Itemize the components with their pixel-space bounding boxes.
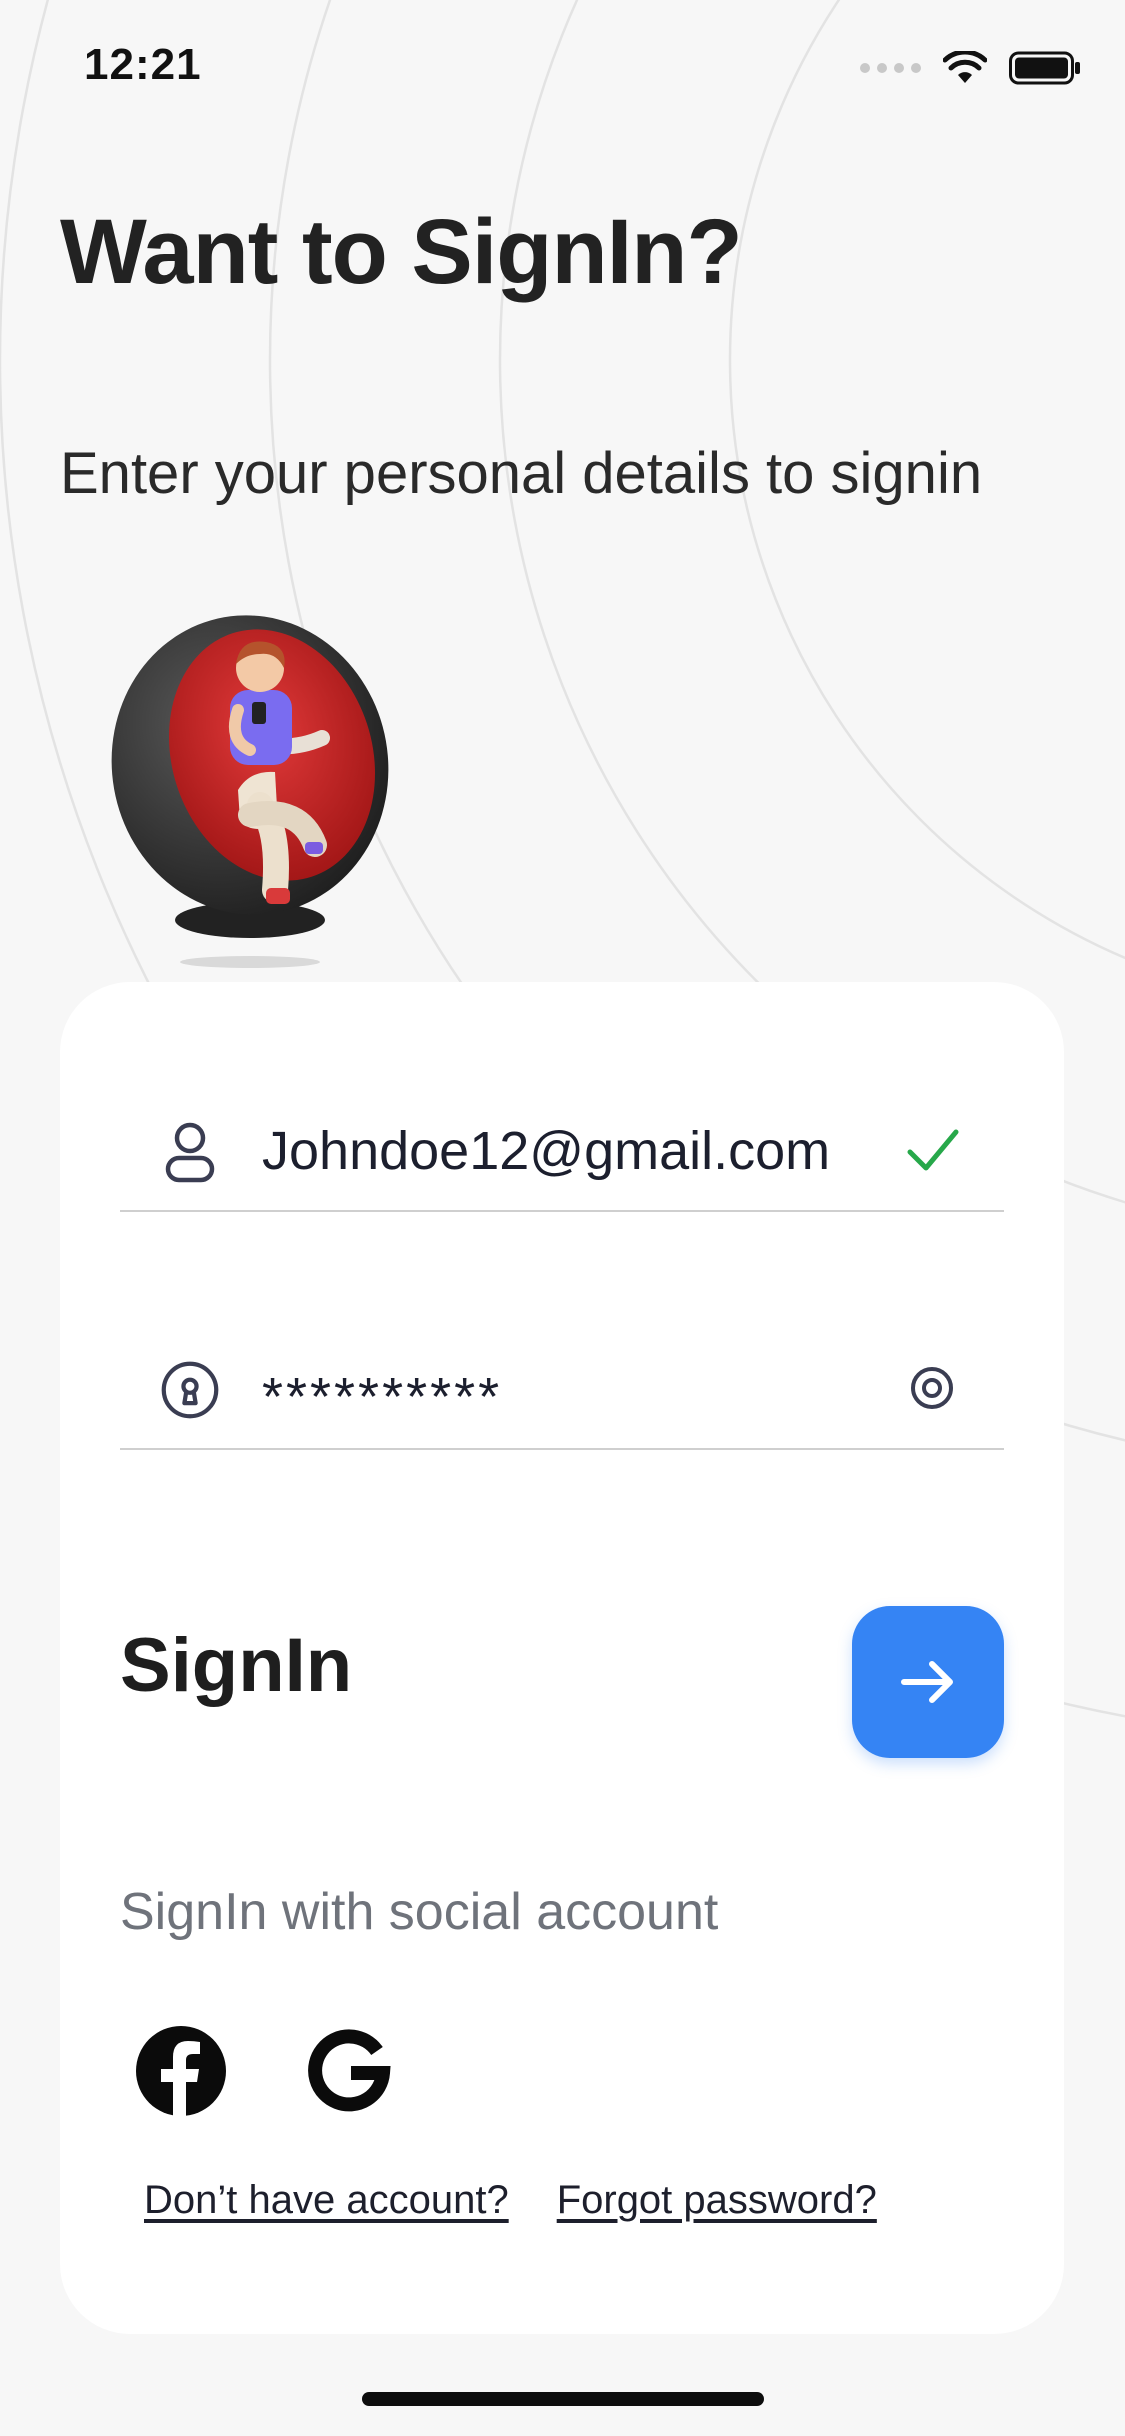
- signin-submit-button[interactable]: [852, 1606, 1004, 1758]
- person-in-egg-chair-illustration: [111, 615, 389, 968]
- signup-link[interactable]: Don’t have account?: [144, 2178, 509, 2223]
- email-value: Johndoe12@gmail.com: [262, 1121, 831, 1181]
- check-icon: [907, 1129, 959, 1171]
- status-bar: 12:21: [0, 0, 1125, 140]
- wifi-icon: [943, 51, 987, 83]
- signin-label: SignIn: [120, 1623, 353, 1708]
- google-button[interactable]: [300, 2022, 398, 2120]
- eye-icon[interactable]: [902, 1358, 962, 1418]
- forgot-password-link[interactable]: Forgot password?: [557, 2178, 877, 2223]
- home-indicator[interactable]: [362, 2392, 764, 2406]
- social-signin-label: SignIn with social account: [120, 1883, 719, 1941]
- signin-card: Johndoe12@gmail.com ********** SignIn Si…: [60, 982, 1064, 2334]
- password-value: **********: [262, 1367, 503, 1427]
- user-icon: [165, 1122, 215, 1183]
- arrow-right-icon: [901, 1661, 953, 1703]
- lock-icon: [161, 1361, 219, 1419]
- facebook-button[interactable]: [132, 2022, 230, 2120]
- page-subtitle: Enter your personal details to signin: [60, 441, 983, 506]
- battery-icon: [1009, 51, 1080, 85]
- footer-links: Don’t have account? Forgot password?: [144, 2178, 877, 2223]
- status-time: 12:21: [84, 40, 202, 89]
- email-field[interactable]: Johndoe12@gmail.com: [120, 1092, 1004, 1212]
- facebook-icon: [136, 2026, 226, 2118]
- google-icon: [308, 2029, 391, 2112]
- social-providers: [132, 2022, 398, 2120]
- password-field[interactable]: **********: [120, 1330, 1004, 1450]
- signal-icon: [860, 63, 921, 73]
- page-title: Want to SignIn?: [60, 201, 743, 303]
- status-icons: [860, 50, 1081, 86]
